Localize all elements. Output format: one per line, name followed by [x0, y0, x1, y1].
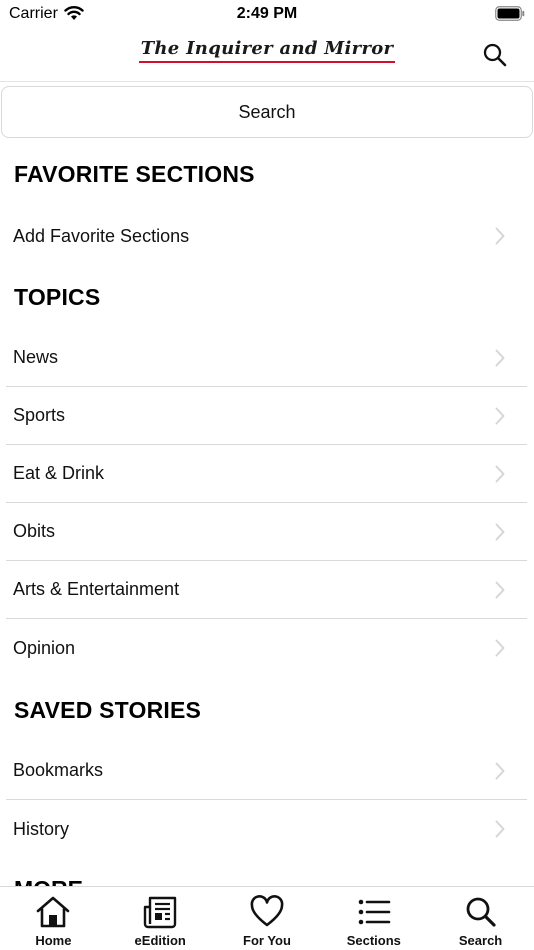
- chevron-right-icon: [495, 407, 505, 425]
- status-time: 2:49 PM: [236, 5, 298, 22]
- chevron-right-icon: [495, 762, 505, 780]
- battery-icon: [495, 6, 525, 21]
- chevron-right-icon: [495, 523, 505, 541]
- masthead-logo[interactable]: The Inquirer and Mirror: [0, 38, 534, 63]
- row-label: History: [13, 818, 70, 839]
- newspaper-icon: [143, 896, 177, 929]
- search-field-label: Search: [238, 101, 296, 122]
- chevron-right-icon: [495, 639, 505, 657]
- list-icon: [358, 899, 391, 925]
- topics-heading: TOPICS: [14, 284, 101, 310]
- topic-row-arts-entertainment[interactable]: Arts & Entertainment: [6, 561, 527, 619]
- row-label: Obits: [13, 521, 56, 541]
- chevron-right-icon: [495, 465, 505, 483]
- tab-search[interactable]: Search: [427, 887, 534, 950]
- tab-sections[interactable]: Sections: [320, 887, 427, 950]
- masthead-logo-text: The Inquirer and Mirror: [138, 38, 396, 63]
- chevron-right-icon: [495, 820, 505, 838]
- status-bar: Carrier 2:49 PM: [0, 0, 534, 30]
- tab-label: eEdition: [134, 933, 186, 948]
- topic-row-opinion[interactable]: Opinion: [6, 619, 527, 677]
- topic-row-eat-drink[interactable]: Eat & Drink: [6, 445, 527, 503]
- topic-row-obits[interactable]: Obits: [6, 503, 527, 561]
- saved-row-history[interactable]: History: [6, 800, 527, 858]
- tab-label: Home: [35, 933, 72, 948]
- favorite-sections-heading: FAVORITE SECTIONS: [14, 161, 255, 187]
- row-label: Sports: [13, 405, 66, 425]
- topic-row-news[interactable]: News: [6, 329, 527, 387]
- tab-for-you[interactable]: For You: [214, 887, 321, 950]
- tab-bar: Home eEdition For You Sections Search: [0, 886, 534, 950]
- chevron-right-icon: [495, 349, 505, 367]
- topic-row-sports[interactable]: Sports: [6, 387, 527, 445]
- tab-label: Sections: [346, 933, 401, 948]
- add-favorite-sections-row[interactable]: Add Favorite Sections: [6, 207, 527, 265]
- chevron-right-icon: [495, 227, 505, 245]
- search-field[interactable]: Search: [1, 86, 533, 138]
- heart-icon: [250, 895, 284, 927]
- row-label: Bookmarks: [13, 760, 104, 780]
- row-label: Eat & Drink: [13, 463, 105, 483]
- tab-eedition[interactable]: eEdition: [107, 887, 214, 950]
- saved-stories-heading: SAVED STORIES: [14, 697, 202, 723]
- saved-row-bookmarks[interactable]: Bookmarks: [6, 742, 527, 800]
- search-icon: [466, 897, 496, 927]
- home-icon: [37, 896, 70, 928]
- search-icon[interactable]: [482, 42, 508, 68]
- row-label: Opinion: [13, 637, 76, 658]
- chevron-right-icon: [495, 581, 505, 599]
- tab-label: For You: [243, 933, 291, 948]
- tab-label: Search: [458, 933, 503, 948]
- row-label: News: [13, 347, 59, 367]
- row-label: Add Favorite Sections: [13, 225, 190, 246]
- nav-bar: The Inquirer and Mirror: [0, 30, 534, 82]
- row-label: Arts & Entertainment: [13, 579, 180, 599]
- tab-home[interactable]: Home: [0, 887, 107, 950]
